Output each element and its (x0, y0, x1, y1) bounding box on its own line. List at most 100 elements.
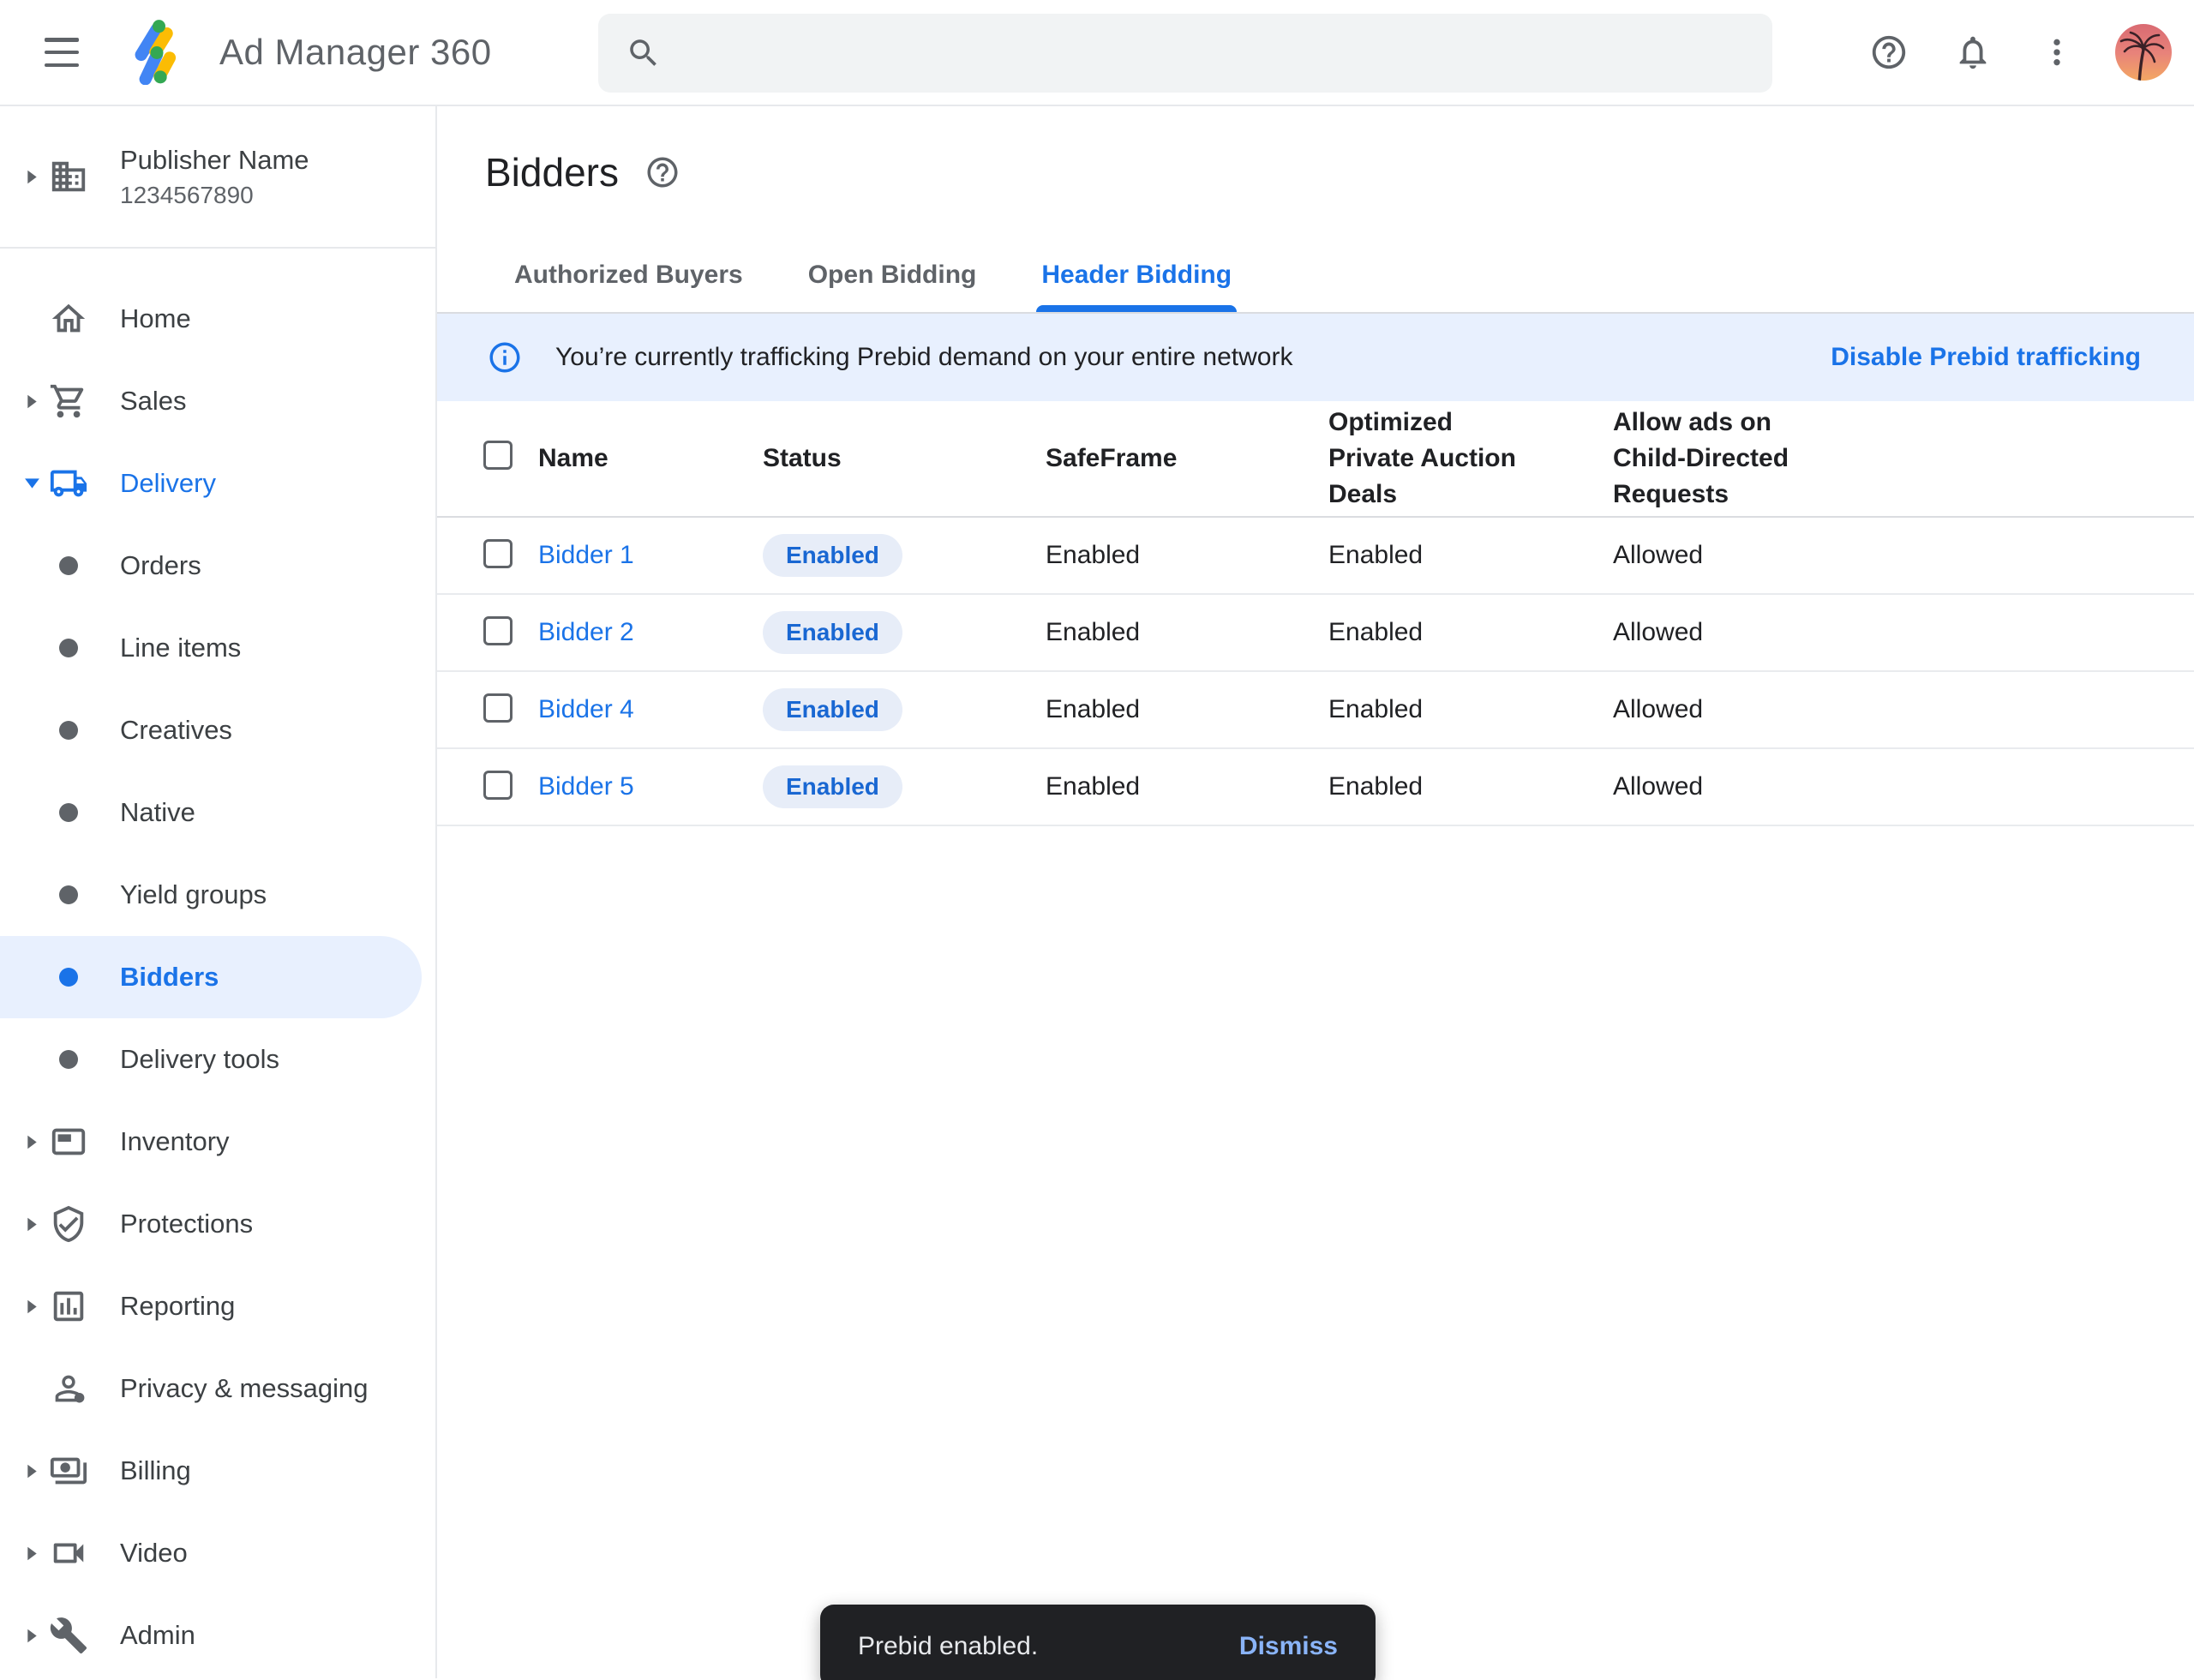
safeframe-value: Enabled (1046, 772, 1328, 801)
chevron-right-icon (22, 1217, 41, 1232)
page-title: Bidders (485, 149, 619, 195)
row-checkbox[interactable] (483, 539, 513, 568)
sidebar-item-label: Delivery (120, 468, 216, 499)
table-row-bidder-5: Bidder 5EnabledEnabledEnabledAllowed (437, 749, 2194, 826)
toast-snackbar: Prebid enabled. Dismiss (820, 1605, 1376, 1680)
tab-authorized-buyers[interactable]: Authorized Buyers (509, 249, 748, 312)
table-row-bidder-1: Bidder 1EnabledEnabledEnabledAllowed (437, 518, 2194, 595)
status-badge: Enabled (763, 688, 902, 731)
page-help-icon[interactable] (644, 154, 680, 190)
bidder-name-link[interactable]: Bidder 1 (538, 541, 634, 569)
child-directed-requests-value: Allowed (1613, 618, 2194, 647)
optimized-private-auction-deals-value: Enabled (1328, 772, 1613, 801)
column-header-status: Status (763, 441, 1046, 477)
sidebar-item-creatives[interactable]: Creatives (0, 689, 435, 771)
dot-icon (48, 803, 89, 822)
tab-open-bidding[interactable]: Open Bidding (803, 249, 982, 312)
main-content: Bidders Authorized Buyers Open Bidding Hea… (437, 106, 2194, 1678)
info-banner: You’re currently trafficking Prebid dema… (437, 314, 2194, 401)
info-icon (487, 339, 523, 375)
row-checkbox[interactable] (483, 771, 513, 800)
sidebar-item-sales[interactable]: Sales (0, 360, 435, 442)
chevron-right-icon (22, 1629, 41, 1643)
sidebar-item-reporting[interactable]: Reporting (0, 1265, 435, 1347)
topbar-actions (1861, 0, 2172, 105)
safeframe-value: Enabled (1046, 541, 1328, 570)
banner-message: You’re currently trafficking Prebid dema… (555, 343, 1292, 372)
bidder-name-link[interactable]: Bidder 2 (538, 618, 634, 646)
sidebar-item-video[interactable]: Video (0, 1512, 435, 1594)
help-icon[interactable] (1861, 25, 1916, 80)
sidebar-item-label: Protections (120, 1209, 253, 1239)
column-header-allow-ads-on-child-directed-requests: Allow ads on Child-Directed Requests (1613, 405, 1840, 513)
dot-icon (48, 1050, 89, 1069)
sidebar-item-home[interactable]: Home (0, 278, 435, 360)
wrench-icon (48, 1616, 89, 1655)
optimized-private-auction-deals-value: Enabled (1328, 695, 1613, 724)
sidebar-item-privacy-messaging[interactable]: Privacy & messaging (0, 1347, 435, 1430)
row-checkbox[interactable] (483, 616, 513, 645)
notifications-bell-icon[interactable] (1945, 25, 2000, 80)
sidebar-item-line-items[interactable]: Line items (0, 607, 435, 689)
dismiss-button[interactable]: Dismiss (1239, 1632, 1338, 1661)
sidebar-item-label: Reporting (120, 1291, 235, 1322)
dot-icon (48, 639, 89, 657)
sidebar-item-label: Native (120, 797, 195, 828)
top-app-bar: Ad Manager 360 (0, 0, 2194, 106)
sidebar-item-native[interactable]: Native (0, 771, 435, 854)
sidebar-item-label: Line items (120, 633, 241, 663)
dot-icon (48, 721, 89, 740)
shield-icon (48, 1204, 89, 1244)
account-avatar[interactable] (2115, 24, 2172, 81)
sidebar-item-label: Delivery tools (120, 1044, 279, 1075)
column-header-name: Name (538, 441, 763, 477)
sidebar-item-delivery[interactable]: Delivery (0, 442, 435, 525)
cart-icon (48, 381, 89, 421)
sidebar-item-delivery-tools[interactable]: Delivery tools (0, 1018, 435, 1101)
truck-icon (48, 464, 89, 503)
sidebar-item-billing[interactable]: Billing (0, 1430, 435, 1512)
safeframe-value: Enabled (1046, 618, 1328, 647)
palm-tree-image (2115, 26, 2172, 81)
select-all-checkbox[interactable] (483, 441, 513, 470)
more-options-icon[interactable] (2029, 25, 2084, 80)
chevron-right-icon (22, 394, 41, 409)
table-row-bidder-4: Bidder 4EnabledEnabledEnabledAllowed (437, 672, 2194, 749)
bidder-name-link[interactable]: Bidder 5 (538, 772, 634, 801)
sidebar-item-label: Yield groups (120, 879, 267, 910)
chevron-right-icon (22, 1135, 41, 1149)
status-badge: Enabled (763, 611, 902, 654)
sidebar-item-label: Admin (120, 1620, 195, 1651)
search-bar[interactable] (598, 14, 1772, 93)
tab-header-bidding[interactable]: Header Bidding (1036, 249, 1237, 312)
table-header-row: NameStatusSafeFrameOptimized Private Auc… (437, 401, 2194, 518)
child-directed-requests-value: Allowed (1613, 541, 2194, 570)
column-header-safeframe: SafeFrame (1046, 441, 1328, 477)
publisher-selector[interactable]: Publisher Name 1234567890 (0, 106, 435, 249)
sidebar-item-inventory[interactable]: Inventory (0, 1101, 435, 1183)
chart-icon (48, 1287, 89, 1326)
sidebar-item-yield-groups[interactable]: Yield groups (0, 854, 435, 936)
sidebar-item-label: Billing (120, 1455, 191, 1486)
sidebar-item-protections[interactable]: Protections (0, 1183, 435, 1265)
table-row-bidder-2: Bidder 2EnabledEnabledEnabledAllowed (437, 595, 2194, 672)
disable-prebid-trafficking-link[interactable]: Disable Prebid trafficking (1831, 343, 2141, 372)
row-checkbox[interactable] (483, 693, 513, 723)
column-header-optimized-private-auction-deals: Optimized Private Auction Deals (1328, 405, 1538, 513)
child-directed-requests-value: Allowed (1613, 772, 2194, 801)
sidebar-item-label: Creatives (120, 715, 232, 746)
home-icon (48, 299, 89, 339)
bidder-name-link[interactable]: Bidder 4 (538, 695, 634, 723)
sidebar-item-label: Privacy & messaging (120, 1373, 368, 1404)
sidebar-item-admin[interactable]: Admin (0, 1594, 435, 1677)
dot-icon (48, 968, 89, 987)
sidebar-item-label: Inventory (120, 1126, 230, 1157)
sidebar-item-orders[interactable]: Orders (0, 525, 435, 607)
chevron-right-icon (22, 170, 41, 184)
sidebar-item-label: Bidders (120, 962, 219, 993)
safeframe-value: Enabled (1046, 695, 1328, 724)
bidders-table: NameStatusSafeFrameOptimized Private Auc… (437, 401, 2194, 826)
hamburger-menu-icon[interactable] (45, 38, 79, 67)
toast-message: Prebid enabled. (858, 1632, 1038, 1661)
sidebar-item-bidders[interactable]: Bidders (0, 936, 435, 1018)
